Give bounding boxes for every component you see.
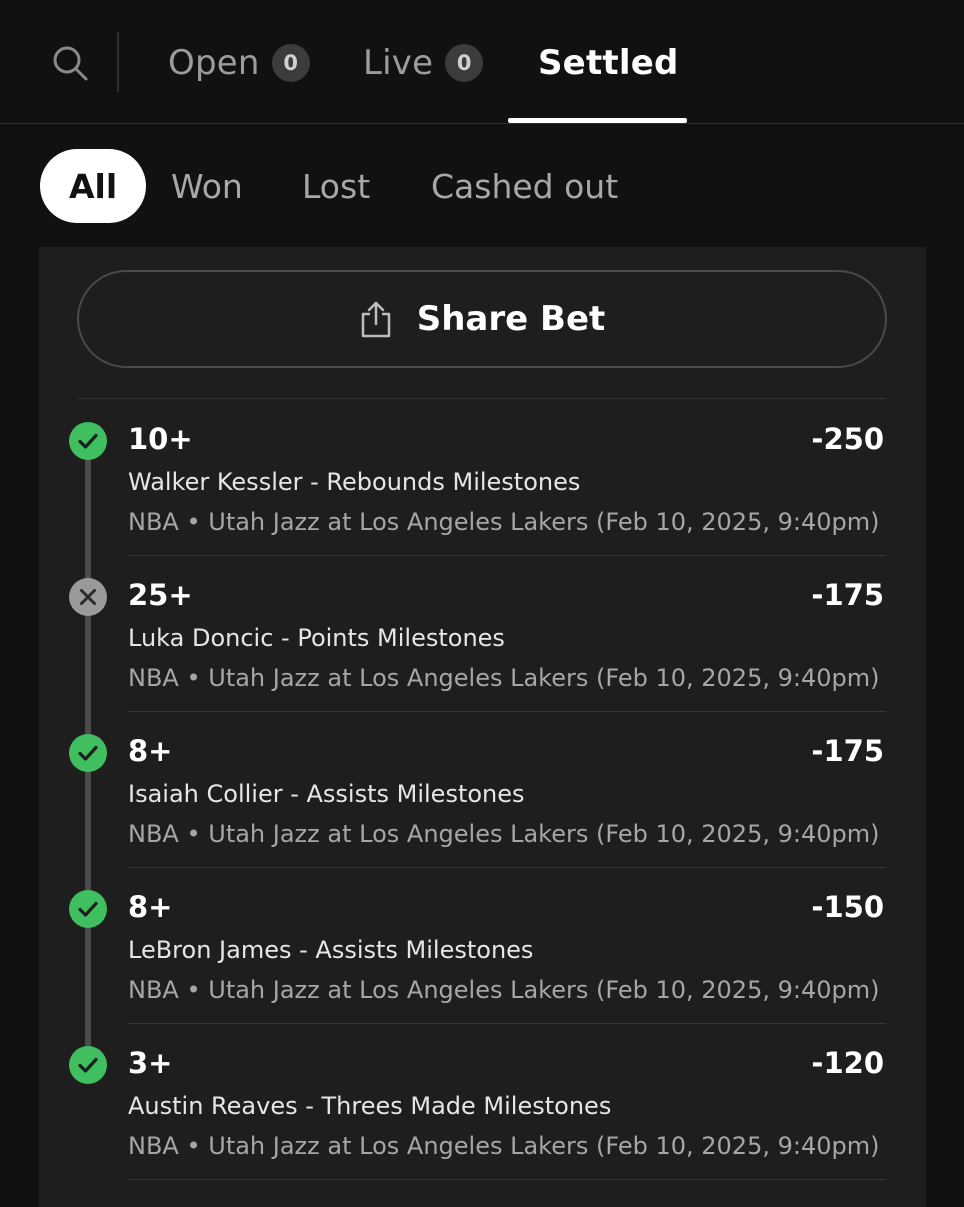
leg-market: Austin Reaves - Threes Made Milestones	[128, 1092, 612, 1120]
filter-won-chip[interactable]: Won	[171, 149, 243, 223]
leg-line: 8+	[128, 734, 173, 768]
leg-line: 10+	[128, 422, 193, 456]
leg-event: NBA • Utah Jazz at Los Angeles Lakers (F…	[128, 1132, 880, 1160]
tab-settled-label: Settled	[538, 43, 679, 83]
leg-line: 8+	[128, 890, 173, 924]
leg-odds: -175	[811, 578, 884, 612]
leg-market: LeBron James - Assists Milestones	[128, 936, 534, 964]
leg-odds: -250	[811, 422, 884, 456]
tab-open-count-badge: 0	[271, 44, 310, 82]
bet-status-tabbar: Open 0 Live 0 Settled	[0, 0, 964, 124]
x-circle-icon	[69, 578, 107, 616]
filter-all-chip[interactable]: All	[40, 149, 147, 223]
check-circle-icon	[69, 734, 107, 772]
bet-card: Share Bet 10+ -250 Walker Kessler - Reboun…	[39, 247, 926, 1207]
check-circle-icon	[69, 1046, 107, 1084]
leg-event: NBA • Utah Jazz at Los Angeles Lakers (F…	[128, 820, 880, 848]
tab-live[interactable]: Live 0	[363, 38, 484, 88]
bet-leg-row[interactable]: 8+ -175 Isaiah Collier - Assists Milestone…	[39, 712, 926, 868]
leg-divider	[128, 1179, 886, 1180]
tab-open-label: Open	[168, 43, 260, 83]
tabbar-divider	[117, 32, 119, 92]
leg-odds: -175	[811, 734, 884, 768]
settled-filter-bar: All Won Lost Cashed out	[0, 125, 964, 245]
tab-live-count-badge: 0	[445, 44, 484, 82]
share-icon	[361, 301, 390, 338]
card-divider	[78, 398, 886, 399]
leg-line: 25+	[128, 578, 193, 612]
leg-market: Luka Doncic - Points Milestones	[128, 624, 505, 652]
share-bet-label: Share Bet	[416, 299, 606, 339]
active-tab-indicator	[508, 118, 687, 123]
check-circle-icon	[69, 890, 107, 928]
leg-market: Walker Kessler - Rebounds Milestones	[128, 468, 581, 496]
bet-leg-row[interactable]: 25+ -175 Luka Doncic - Points Milestones NB…	[39, 556, 926, 712]
leg-line: 3+	[128, 1046, 173, 1080]
bet-leg-row[interactable]: 3+ -120 Austin Reaves - Threes Made Milest…	[39, 1024, 926, 1180]
filter-lost-chip[interactable]: Lost	[302, 149, 370, 223]
bet-leg-row[interactable]: 8+ -150 LeBron James - Assists Milestones N…	[39, 868, 926, 1024]
leg-market: Isaiah Collier - Assists Milestones	[128, 780, 525, 808]
leg-event: NBA • Utah Jazz at Los Angeles Lakers (F…	[128, 976, 880, 1004]
leg-event: NBA • Utah Jazz at Los Angeles Lakers (F…	[128, 664, 880, 692]
tab-settled[interactable]: Settled	[538, 38, 679, 88]
leg-event: NBA • Utah Jazz at Los Angeles Lakers (F…	[128, 508, 880, 536]
tab-open[interactable]: Open 0	[168, 38, 310, 88]
leg-odds: -120	[811, 1046, 884, 1080]
bet-leg-row[interactable]: 10+ -250 Walker Kessler - Rebounds Milesto…	[39, 400, 926, 556]
check-circle-icon	[69, 422, 107, 460]
leg-odds: -150	[811, 890, 884, 924]
tab-live-label: Live	[363, 43, 434, 83]
search-icon[interactable]	[51, 44, 89, 82]
share-bet-button[interactable]: Share Bet	[77, 270, 887, 368]
filter-cashed-out-chip[interactable]: Cashed out	[431, 149, 618, 223]
